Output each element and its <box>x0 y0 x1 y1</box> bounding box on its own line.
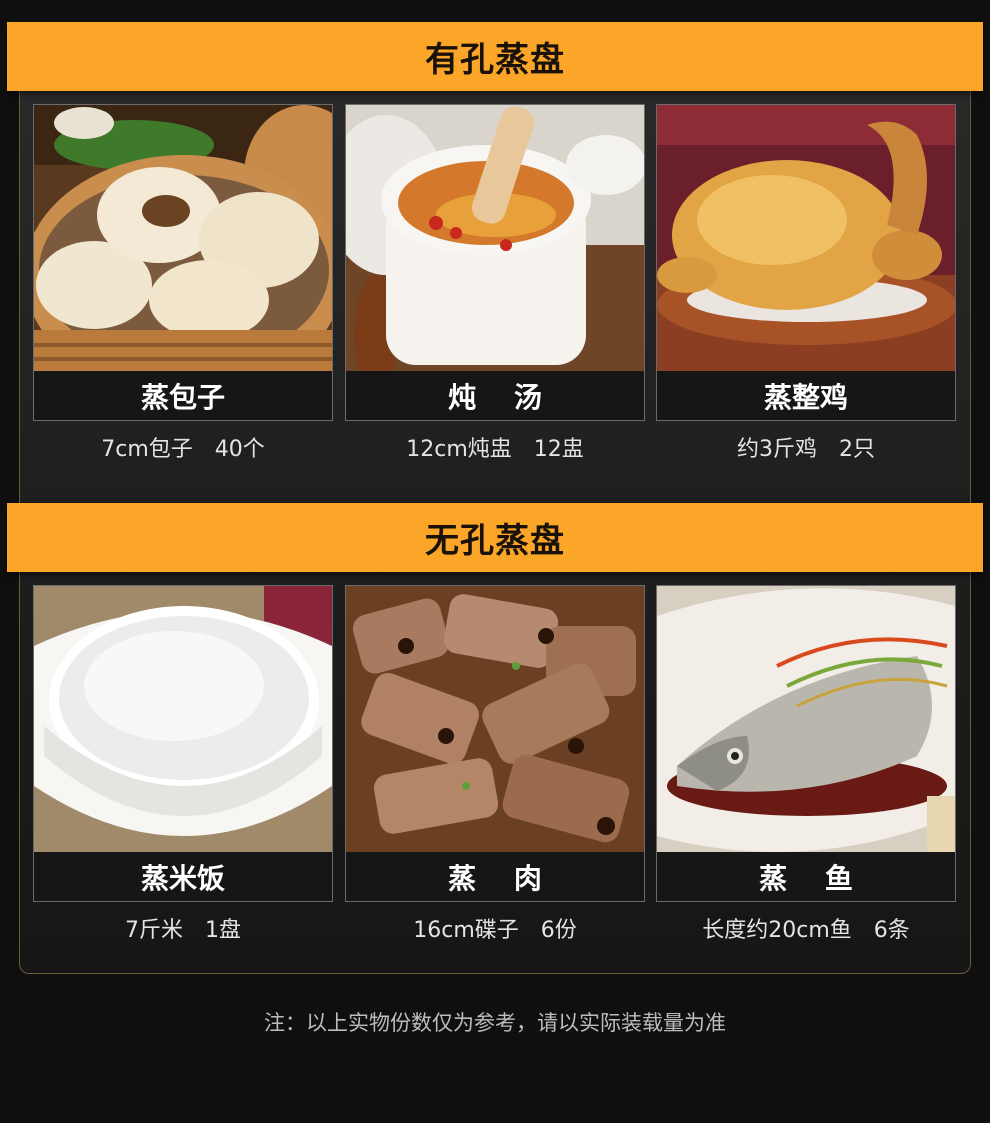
steamed-buns-photo <box>34 105 332 371</box>
section-banner-perforated: 有孔蒸盘 <box>7 22 983 91</box>
food-name-label: 蒸 肉 <box>346 852 644 901</box>
section-title: 无孔蒸盘 <box>425 521 565 561</box>
food-capacity-caption: 长度约20cm鱼 6条 <box>702 918 910 943</box>
food-capacity-caption: 7斤米 1盘 <box>125 918 241 943</box>
steamed-pork-ribs-photo <box>346 586 644 852</box>
food-name-label: 蒸整鸡 <box>657 371 955 420</box>
food-card-fish: 蒸 鱼 <box>656 585 956 902</box>
food-card-rice: 蒸米饭 <box>33 585 333 902</box>
food-name-label: 炖 汤 <box>346 371 644 420</box>
stew-soup-photo <box>346 105 644 371</box>
food-card-pork: 蒸 肉 <box>345 585 645 902</box>
food-name-label: 蒸 鱼 <box>657 852 955 901</box>
section-banner-solid: 无孔蒸盘 <box>7 503 983 572</box>
food-capacity-caption: 12cm炖盅 12盅 <box>406 437 584 462</box>
food-name-label: 蒸包子 <box>34 371 332 420</box>
food-capacity-caption: 16cm碟子 6份 <box>413 918 577 943</box>
section-title: 有孔蒸盘 <box>425 40 565 80</box>
steamed-rice-photo <box>34 586 332 852</box>
food-name-label: 蒸米饭 <box>34 852 332 901</box>
food-card-chicken: 蒸整鸡 <box>656 104 956 421</box>
whole-chicken-photo <box>657 105 955 371</box>
footnote: 注：以上实物份数仅为参考，请以实际装载量为准 <box>264 1011 726 1035</box>
food-capacity-caption: 7cm包子 40个 <box>101 437 265 462</box>
steamed-fish-photo <box>657 586 955 852</box>
food-card-buns: 蒸包子 <box>33 104 333 421</box>
food-card-soup: 炖 汤 <box>345 104 645 421</box>
food-capacity-caption: 约3斤鸡 2只 <box>737 437 875 462</box>
